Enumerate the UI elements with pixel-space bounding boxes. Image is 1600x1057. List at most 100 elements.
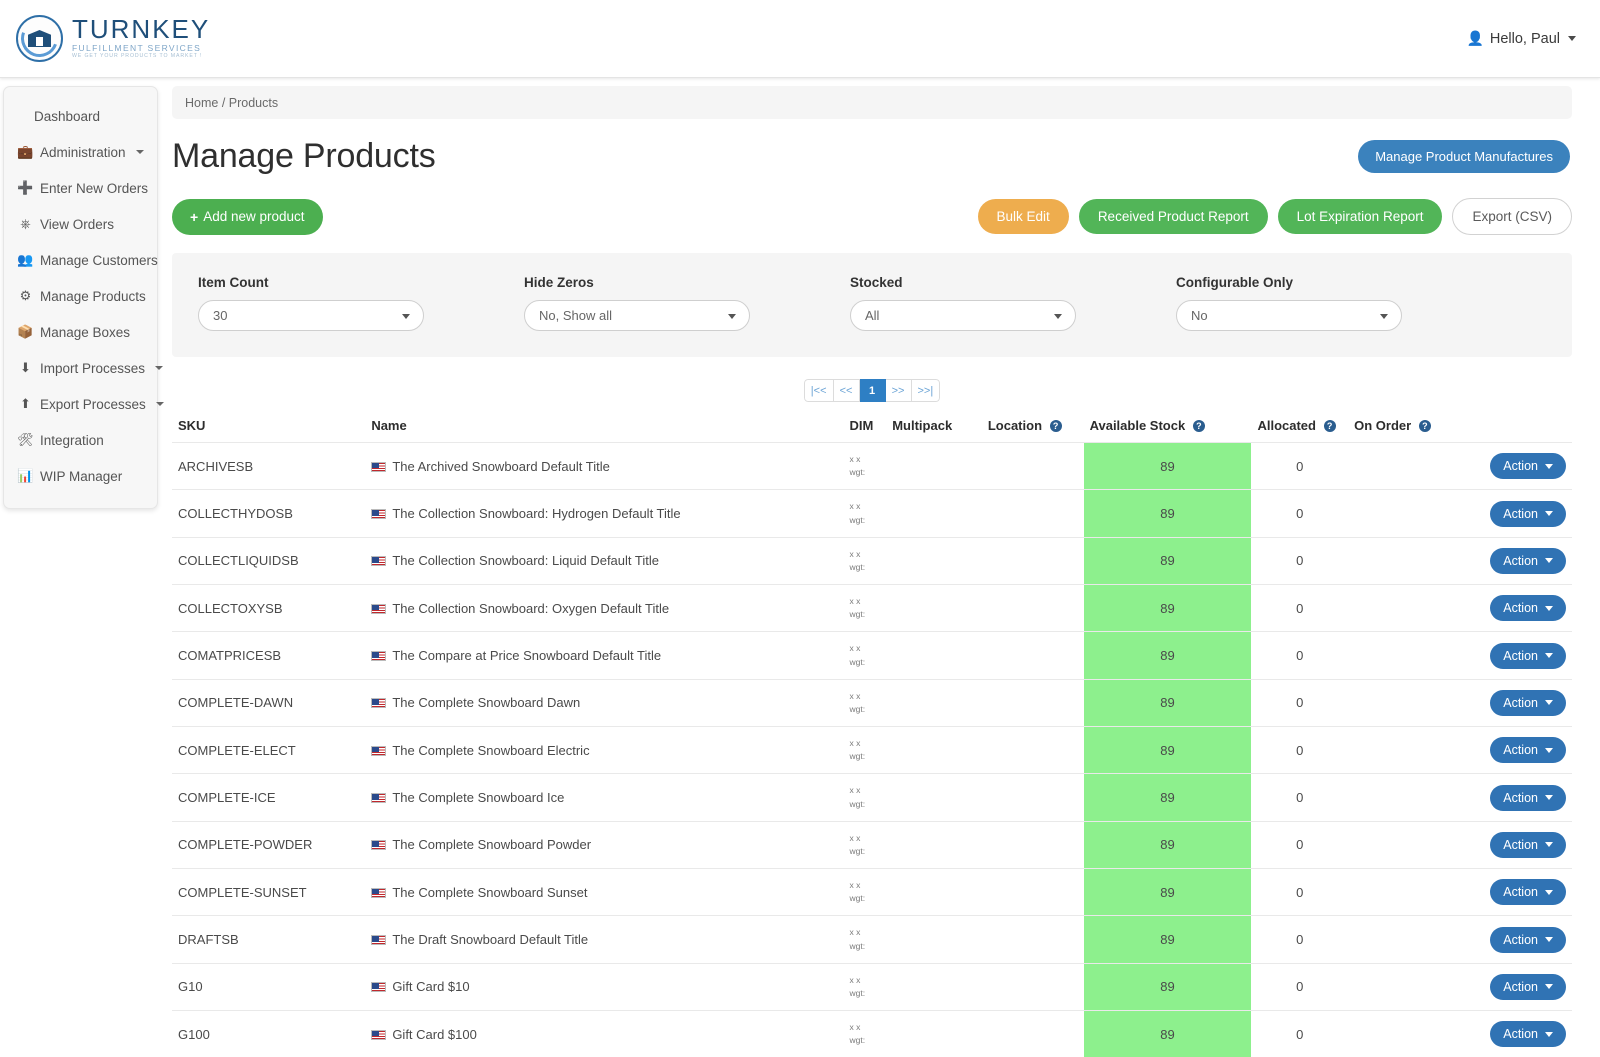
- chevron-down-icon: [155, 366, 163, 370]
- dim-dimensions: x x: [850, 926, 881, 939]
- action-button[interactable]: Action: [1490, 1021, 1566, 1047]
- available-stock-value: 89: [1160, 837, 1174, 852]
- sidebar-item-administration[interactable]: 💼 Administration: [4, 134, 157, 170]
- action-button[interactable]: Action: [1490, 879, 1566, 905]
- help-icon[interactable]: ?: [1050, 420, 1062, 432]
- product-name-value[interactable]: The Archived Snowboard Default Title: [392, 459, 610, 474]
- stocked-select[interactable]: All: [850, 300, 1076, 331]
- manage-product-manufactures-button[interactable]: Manage Product Manufactures: [1358, 140, 1570, 173]
- cell-multipack: [886, 821, 982, 868]
- upload-icon: ⬆: [18, 396, 33, 412]
- chevron-down-icon: [1545, 1032, 1553, 1037]
- brand-logo[interactable]: TURNKEY FULFILLMENT SERVICES WE GET YOUR…: [16, 15, 210, 62]
- add-new-product-label: Add new product: [203, 209, 304, 224]
- sidebar-item-export-processes[interactable]: ⬆ Export Processes: [4, 386, 157, 422]
- received-product-report-button[interactable]: Received Product Report: [1079, 199, 1268, 234]
- action-button[interactable]: Action: [1490, 595, 1566, 621]
- add-new-product-button[interactable]: + Add new product: [172, 199, 323, 235]
- cell-available-stock: 89: [1084, 869, 1252, 916]
- action-button[interactable]: Action: [1490, 501, 1566, 527]
- sidebar-item-integration[interactable]: 🛠 Integration: [4, 422, 157, 458]
- action-button[interactable]: Action: [1490, 548, 1566, 574]
- action-button[interactable]: Action: [1490, 643, 1566, 669]
- export-csv-button[interactable]: Export (CSV): [1452, 198, 1572, 235]
- cell-dim: x xwgt:: [844, 537, 887, 584]
- page-header: Manage Products Manage Product Manufactu…: [172, 137, 1572, 176]
- product-name-value[interactable]: The Complete Snowboard Powder: [392, 837, 591, 852]
- chevron-down-icon: [136, 150, 144, 154]
- page-title: Manage Products: [172, 137, 436, 176]
- hide-zeros-select[interactable]: No, Show all: [524, 300, 750, 331]
- column-header-multipack[interactable]: Multipack: [886, 414, 982, 443]
- table-row: ARCHIVESBThe Archived Snowboard Default …: [172, 443, 1572, 490]
- us-flag-icon: [371, 509, 386, 519]
- action-label: Action: [1503, 980, 1538, 994]
- cell-name: The Complete Snowboard Sunset: [365, 869, 843, 916]
- help-icon[interactable]: ?: [1324, 420, 1336, 432]
- cell-available-stock: 89: [1084, 443, 1252, 490]
- action-button[interactable]: Action: [1490, 832, 1566, 858]
- column-header-allocated[interactable]: Allocated ?: [1251, 414, 1348, 443]
- product-name-value[interactable]: The Complete Snowboard Ice: [392, 790, 564, 805]
- sidebar-item-wip-manager[interactable]: 📊 WIP Manager: [4, 458, 157, 494]
- product-name-value[interactable]: The Complete Snowboard Sunset: [392, 885, 587, 900]
- lot-expiration-report-button[interactable]: Lot Expiration Report: [1278, 199, 1443, 234]
- chevron-down-icon: [1545, 653, 1553, 658]
- cell-actions: Action: [1450, 490, 1572, 537]
- action-button[interactable]: Action: [1490, 453, 1566, 479]
- product-name-value[interactable]: The Complete Snowboard Electric: [392, 743, 589, 758]
- user-menu[interactable]: 👤 Hello, Paul: [1466, 30, 1576, 47]
- pagination-prev[interactable]: <<: [834, 379, 860, 402]
- product-name-value[interactable]: Gift Card $100: [392, 1027, 477, 1042]
- sidebar-item-manage-customers[interactable]: 👥 Manage Customers: [4, 242, 157, 278]
- dim-weight: wgt:: [850, 703, 881, 716]
- sidebar-item-import-processes[interactable]: ⬇ Import Processes: [4, 350, 157, 386]
- pagination-page-1[interactable]: 1: [860, 379, 886, 402]
- item-count-select[interactable]: 30: [198, 300, 424, 331]
- action-label: Action: [1503, 507, 1538, 521]
- action-button[interactable]: Action: [1490, 927, 1566, 953]
- allocated-value: 0: [1296, 1027, 1303, 1042]
- sidebar-item-manage-boxes[interactable]: 📦 Manage Boxes: [4, 314, 157, 350]
- configurable-only-select[interactable]: No: [1176, 300, 1402, 331]
- sidebar-item-enter-new-orders[interactable]: ➕ Enter New Orders: [4, 170, 157, 206]
- breadcrumb-label[interactable]: Home / Products: [185, 96, 278, 110]
- dim-dimensions: x x: [850, 453, 881, 466]
- cell-location: [982, 869, 1084, 916]
- pagination-last[interactable]: >>|: [912, 379, 941, 402]
- gear-icon: ⚙: [18, 288, 33, 304]
- bulk-edit-button[interactable]: Bulk Edit: [978, 199, 1069, 234]
- column-header-sku[interactable]: SKU: [172, 414, 365, 443]
- cell-on-order: [1348, 727, 1450, 774]
- help-icon[interactable]: ?: [1419, 420, 1431, 432]
- cell-actions: Action: [1450, 963, 1572, 1010]
- column-header-available-stock[interactable]: Available Stock ?: [1084, 414, 1252, 443]
- sidebar-item-manage-products[interactable]: ⚙ Manage Products: [4, 278, 157, 314]
- product-name-value[interactable]: The Draft Snowboard Default Title: [392, 932, 588, 947]
- column-header-name[interactable]: Name: [365, 414, 843, 443]
- dim-dimensions: x x: [850, 595, 881, 608]
- column-header-on-order[interactable]: On Order ?: [1348, 414, 1450, 443]
- cell-sku: COMATPRICESB: [172, 632, 365, 679]
- allocated-value: 0: [1296, 979, 1303, 994]
- column-header-dim[interactable]: DIM: [844, 414, 887, 443]
- product-name-value[interactable]: The Compare at Price Snowboard Default T…: [392, 648, 661, 663]
- help-icon[interactable]: ?: [1193, 420, 1205, 432]
- product-name-value[interactable]: Gift Card $10: [392, 979, 469, 994]
- action-button[interactable]: Action: [1490, 974, 1566, 1000]
- pagination-next[interactable]: >>: [886, 379, 912, 402]
- product-name-value[interactable]: The Complete Snowboard Dawn: [392, 695, 580, 710]
- action-button[interactable]: Action: [1490, 785, 1566, 811]
- product-name-value[interactable]: The Collection Snowboard: Oxygen Default…: [392, 601, 669, 616]
- product-name-value[interactable]: The Collection Snowboard: Liquid Default…: [392, 553, 659, 568]
- action-button[interactable]: Action: [1490, 737, 1566, 763]
- pagination-first[interactable]: |<<: [804, 379, 834, 402]
- product-name-value[interactable]: The Collection Snowboard: Hydrogen Defau…: [392, 506, 680, 521]
- sidebar-item-view-orders[interactable]: ⎈ View Orders: [4, 206, 157, 242]
- plus-icon: +: [190, 209, 198, 225]
- column-header-location[interactable]: Location ?: [982, 414, 1084, 443]
- table-row: DRAFTSBThe Draft Snowboard Default Title…: [172, 916, 1572, 963]
- sidebar-item-dashboard[interactable]: Dashboard: [4, 99, 157, 134]
- action-button[interactable]: Action: [1490, 690, 1566, 716]
- cell-dim: x xwgt:: [844, 632, 887, 679]
